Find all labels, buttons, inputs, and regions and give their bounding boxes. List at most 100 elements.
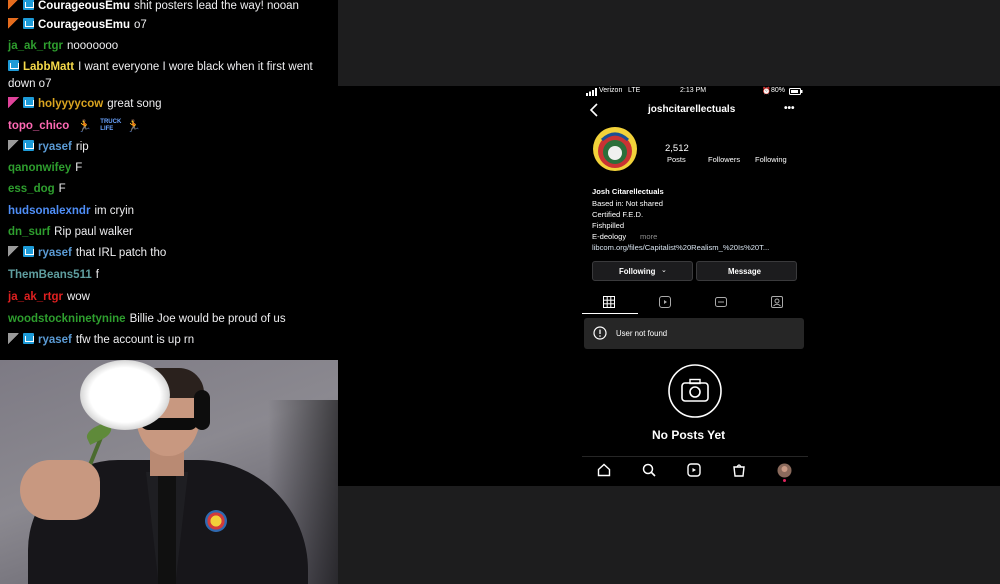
chat-username[interactable]: CourageousEmu <box>38 19 130 31</box>
chat-text: shit posters lead the way! nooan <box>134 0 299 12</box>
shop-icon[interactable] <box>732 463 746 482</box>
profile-username: joshcitarellectuals <box>648 104 736 115</box>
chat-username[interactable]: dn_surf <box>8 226 50 238</box>
followers-label[interactable]: Followers <box>708 155 740 164</box>
chat-message: hudsonalexndr im cryin <box>8 203 330 220</box>
chat-username[interactable]: ja_ak_rtgr <box>8 40 63 52</box>
clock: 2:13 PM <box>680 87 707 94</box>
webcam-feed <box>0 360 338 584</box>
following-button-label: Following <box>619 267 656 276</box>
toast-message: User not found <box>616 329 668 338</box>
sub-badge-icon[interactable] <box>8 0 19 10</box>
chat-message: holyyyycow great song <box>8 96 330 113</box>
chat-text: f <box>95 269 99 281</box>
prime-badge-icon[interactable] <box>23 246 34 257</box>
following-label[interactable]: Following <box>755 155 787 164</box>
chat-message: woodstockninetynine Billie Joe would be p… <box>8 311 330 328</box>
chat-text: tfw the account is up rn <box>75 334 195 346</box>
chat-username[interactable]: hudsonalexndr <box>8 205 90 217</box>
error-toast: User not found <box>584 318 804 349</box>
camera-icon <box>667 363 723 424</box>
back-arrow-icon[interactable] <box>588 102 600 123</box>
carrier-label: Verizon <box>599 87 623 94</box>
message-button[interactable]: Message <box>696 261 797 281</box>
battery-icon <box>789 88 803 100</box>
chat-panel: CourageousEmu shit posters lead the way! … <box>0 0 338 360</box>
mod-badge-icon[interactable] <box>8 333 19 344</box>
prime-badge-icon[interactable] <box>23 140 34 151</box>
chat-username[interactable]: ThemBeans511 <box>8 269 92 281</box>
network-label: LTE <box>628 87 641 94</box>
chat-username[interactable]: qanonwifey <box>8 162 71 174</box>
chat-username[interactable]: CourageousEmu <box>38 0 130 12</box>
prime-badge-icon[interactable] <box>23 333 34 344</box>
prime-badge-icon[interactable] <box>23 97 34 108</box>
prime-badge-icon[interactable] <box>23 0 34 10</box>
chat-message: qanonwifey F <box>8 160 330 177</box>
mod-badge-icon[interactable] <box>8 246 19 257</box>
bio-line: E-deology <box>592 232 627 241</box>
headset <box>194 390 210 430</box>
streamer-hand <box>20 460 100 520</box>
chat-text: F <box>58 183 66 195</box>
chat-username[interactable]: holyyyycow <box>38 98 103 110</box>
tagged-tab-icon[interactable] <box>771 295 783 313</box>
bio-url-link[interactable]: libcom.org/files/Capitalist%20Realism_%2… <box>592 243 769 252</box>
prime-badge-icon[interactable] <box>8 60 19 71</box>
chat-username[interactable]: ryasef <box>38 141 72 153</box>
reels-nav-icon[interactable] <box>687 463 701 482</box>
search-icon[interactable] <box>642 463 656 482</box>
chat-username[interactable]: ryasef <box>38 334 72 346</box>
chat-username[interactable]: woodstockninetynine <box>8 313 126 325</box>
chat-username[interactable]: ryasef <box>38 247 72 259</box>
chat-text: F <box>75 162 83 174</box>
chat-text: im cryin <box>94 205 135 217</box>
chat-message: ja_ak_rtgr nooooooo <box>8 38 330 55</box>
chat-emote-icon[interactable]: TRUCK LIFE <box>100 119 121 133</box>
home-icon[interactable] <box>597 463 611 482</box>
grid-tab-icon[interactable] <box>603 295 615 313</box>
chat-message: CourageousEmu o7 <box>8 17 330 34</box>
more-options-icon[interactable]: ••• <box>784 103 795 114</box>
mod-badge-icon[interactable] <box>8 140 19 151</box>
chat-message: dn_surf Rip paul walker <box>8 224 330 241</box>
screen-top-bar <box>338 0 1000 86</box>
chat-message: LabbMatt I want everyone I wore black whe… <box>8 59 330 93</box>
signal-icon <box>586 88 598 100</box>
chat-emote-icon[interactable]: 🏃 <box>77 118 92 135</box>
vip-badge-icon[interactable] <box>8 97 19 108</box>
message-button-label: Message <box>728 267 761 276</box>
chat-emote-icon[interactable]: 🏃 <box>126 118 141 135</box>
chat-username[interactable]: ess_dog <box>8 183 55 195</box>
chat-message: CourageousEmu shit posters lead the way! … <box>8 0 330 15</box>
following-button[interactable]: Following ⌄ <box>592 261 693 281</box>
jacket-patch <box>205 510 227 532</box>
chat-message: topo_chico 🏃 TRUCK LIFE 🏃 <box>8 118 330 135</box>
chat-username[interactable]: topo_chico <box>8 120 69 132</box>
bio-line: Fishpilled <box>592 221 625 230</box>
chat-text: nooooooo <box>66 40 119 52</box>
screen-bottom-bar <box>338 486 1000 584</box>
battery-percent: 80% <box>771 87 786 94</box>
prime-badge-icon[interactable] <box>23 18 34 29</box>
sub-badge-icon[interactable] <box>8 18 19 29</box>
reels-tab-icon[interactable] <box>659 295 671 313</box>
alert-icon <box>593 326 607 345</box>
bottom-nav-divider <box>582 456 808 457</box>
chat-text: rip <box>75 141 89 153</box>
notification-dot <box>783 479 786 482</box>
chat-username[interactable]: ja_ak_rtgr <box>8 291 63 303</box>
profile-avatar[interactable] <box>592 126 638 172</box>
chat-username[interactable]: LabbMatt <box>23 61 74 73</box>
chat-text: wow <box>66 291 90 303</box>
chat-text: Billie Joe would be proud of us <box>129 313 286 325</box>
active-tab-indicator <box>582 313 638 314</box>
chat-text: Rip paul walker <box>54 226 133 238</box>
bio-name: Josh Citarellectuals <box>592 187 664 196</box>
chat-message: ThemBeans511 f <box>8 267 330 284</box>
bio-more-link[interactable]: more <box>640 232 657 241</box>
bio-line: Based in: Not shared <box>592 199 663 208</box>
guides-tab-icon[interactable] <box>715 295 727 313</box>
bio-line: Certified F.E.D. <box>592 210 644 219</box>
posts-label: Posts <box>667 155 686 164</box>
